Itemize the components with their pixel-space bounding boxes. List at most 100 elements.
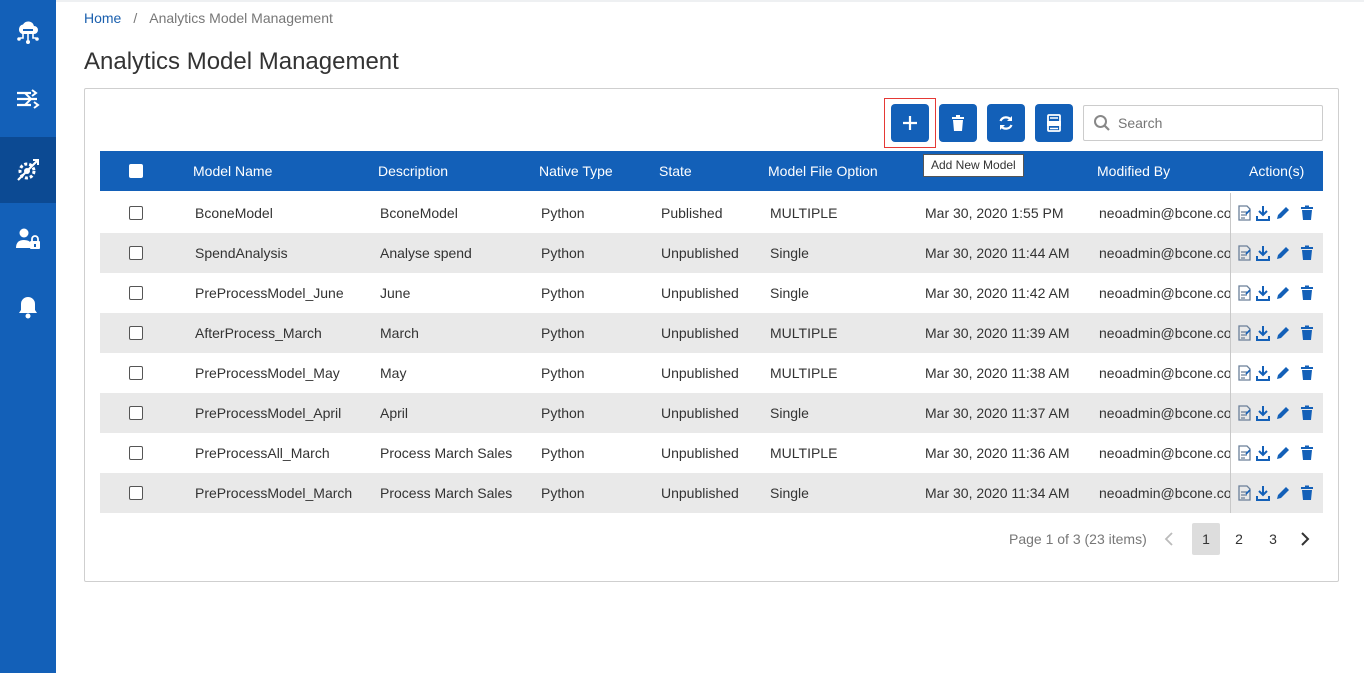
edit-button[interactable] <box>1275 325 1289 341</box>
edit-icon <box>1277 487 1289 499</box>
delete-button[interactable] <box>1300 485 1314 501</box>
export-xlsx-button[interactable] <box>1035 104 1073 142</box>
cell-native-type: Python <box>541 405 585 421</box>
row-checkbox[interactable] <box>129 366 143 380</box>
edit-button[interactable] <box>1275 205 1289 221</box>
breadcrumb: Home / Analytics Model Management <box>84 10 333 26</box>
cell-model-name: AfterProcess_March <box>195 325 322 341</box>
sidebar-item-users[interactable] <box>0 206 56 272</box>
breadcrumb-home-link[interactable]: Home <box>84 10 121 26</box>
trash-icon <box>1301 205 1313 220</box>
view-log-button[interactable] <box>1237 365 1251 381</box>
refresh-button[interactable] <box>987 104 1025 142</box>
view-log-button[interactable] <box>1237 485 1251 501</box>
trash-icon <box>1301 405 1313 420</box>
column-header-native-type[interactable]: Native Type <box>539 151 613 191</box>
row-checkbox[interactable] <box>129 206 143 220</box>
cell-state: Published <box>661 205 723 221</box>
edit-button[interactable] <box>1275 245 1289 261</box>
view-log-button[interactable] <box>1237 445 1251 461</box>
edit-button[interactable] <box>1275 405 1289 421</box>
trash-icon <box>1301 245 1313 260</box>
edit-button[interactable] <box>1275 445 1289 461</box>
column-header-modified-by[interactable]: Modified By <box>1097 151 1170 191</box>
table-row: PreProcessModel_June June Python Unpublishe… <box>100 273 1323 313</box>
download-button[interactable] <box>1256 365 1270 381</box>
view-log-button[interactable] <box>1237 205 1251 221</box>
column-header-state[interactable]: State <box>659 151 692 191</box>
cell-modified-by: neoadmin@bcone.com <box>1099 485 1230 501</box>
download-button[interactable] <box>1256 245 1270 261</box>
delete-button[interactable] <box>1300 325 1314 341</box>
column-header-description[interactable]: Description <box>378 151 448 191</box>
cell-model-file-option: MULTIPLE <box>770 325 838 341</box>
refresh-icon <box>999 116 1013 130</box>
download-button[interactable] <box>1256 285 1270 301</box>
pagination-page-2[interactable]: 2 <box>1225 523 1253 555</box>
plus-icon <box>903 116 917 130</box>
row-checkbox[interactable] <box>129 286 143 300</box>
delete-button[interactable] <box>1300 405 1314 421</box>
edit-button[interactable] <box>1275 285 1289 301</box>
view-log-button[interactable] <box>1237 325 1251 341</box>
cell-native-type: Python <box>541 205 585 221</box>
delete-button[interactable] <box>1300 365 1314 381</box>
edit-button[interactable] <box>1275 485 1289 501</box>
sidebar-item-notifications[interactable] <box>0 274 56 340</box>
cell-modified-on: Mar 30, 2020 11:34 AM <box>925 485 1070 501</box>
view-log-button[interactable] <box>1237 405 1251 421</box>
download-button[interactable] <box>1256 325 1270 341</box>
pagination-next-button[interactable] <box>1291 523 1319 555</box>
cell-description: April <box>380 405 409 421</box>
column-divider <box>1230 273 1231 313</box>
row-checkbox[interactable] <box>129 486 143 500</box>
column-header-model-file-option[interactable]: Model File Option <box>768 151 878 191</box>
delete-button[interactable] <box>1300 245 1314 261</box>
cloud-network-icon <box>17 21 39 44</box>
delete-button[interactable] <box>1300 205 1314 221</box>
edit-icon <box>1277 287 1289 299</box>
edit-button[interactable] <box>1275 365 1289 381</box>
cell-modified-by: neoadmin@bcone.com <box>1099 205 1230 221</box>
pagination-page-1[interactable]: 1 <box>1192 523 1220 555</box>
column-header-model-name[interactable]: Model Name <box>193 151 272 191</box>
view-log-button[interactable] <box>1237 245 1251 261</box>
download-button[interactable] <box>1256 485 1270 501</box>
select-all-checkbox[interactable] <box>129 164 143 178</box>
download-icon <box>1256 486 1270 501</box>
cell-model-file-option: Single <box>770 405 809 421</box>
search-input[interactable] <box>1083 105 1323 141</box>
download-icon <box>1256 286 1270 301</box>
edit-icon <box>1277 367 1289 379</box>
download-button[interactable] <box>1256 445 1270 461</box>
view-log-button[interactable] <box>1237 285 1251 301</box>
sidebar-item-cloud[interactable] <box>0 0 56 66</box>
row-checkbox[interactable] <box>129 246 143 260</box>
pagination-prev-button[interactable] <box>1156 523 1184 555</box>
cell-description: Process March Sales <box>380 445 513 461</box>
add-model-button[interactable] <box>891 104 929 142</box>
download-button[interactable] <box>1256 205 1270 221</box>
cell-modified-by: neoadmin@bcone.com <box>1099 365 1230 381</box>
download-icon <box>1256 246 1270 261</box>
row-checkbox[interactable] <box>129 406 143 420</box>
download-icon <box>1256 206 1270 221</box>
delete-models-button[interactable] <box>939 104 977 142</box>
cell-model-name: PreProcessAll_March <box>195 445 330 461</box>
table-row: BconeModel BconeModel Python Published MULTI… <box>100 193 1323 233</box>
table-row: AfterProcess_March March Python Unpublished… <box>100 313 1323 353</box>
xlsx-icon <box>1047 114 1061 132</box>
delete-button[interactable] <box>1300 445 1314 461</box>
pipeline-sliders-icon <box>17 89 40 109</box>
trash-icon <box>1301 485 1313 500</box>
row-checkbox[interactable] <box>129 446 143 460</box>
sidebar-item-models[interactable] <box>0 137 56 203</box>
cell-model-name: PreProcessModel_June <box>195 285 344 301</box>
sidebar-item-pipelines[interactable] <box>0 66 56 132</box>
cell-model-name: PreProcessModel_April <box>195 405 342 421</box>
row-checkbox[interactable] <box>129 326 143 340</box>
delete-button[interactable] <box>1300 285 1314 301</box>
cell-state: Unpublished <box>661 485 739 501</box>
download-button[interactable] <box>1256 405 1270 421</box>
pagination-page-3[interactable]: 3 <box>1259 523 1287 555</box>
